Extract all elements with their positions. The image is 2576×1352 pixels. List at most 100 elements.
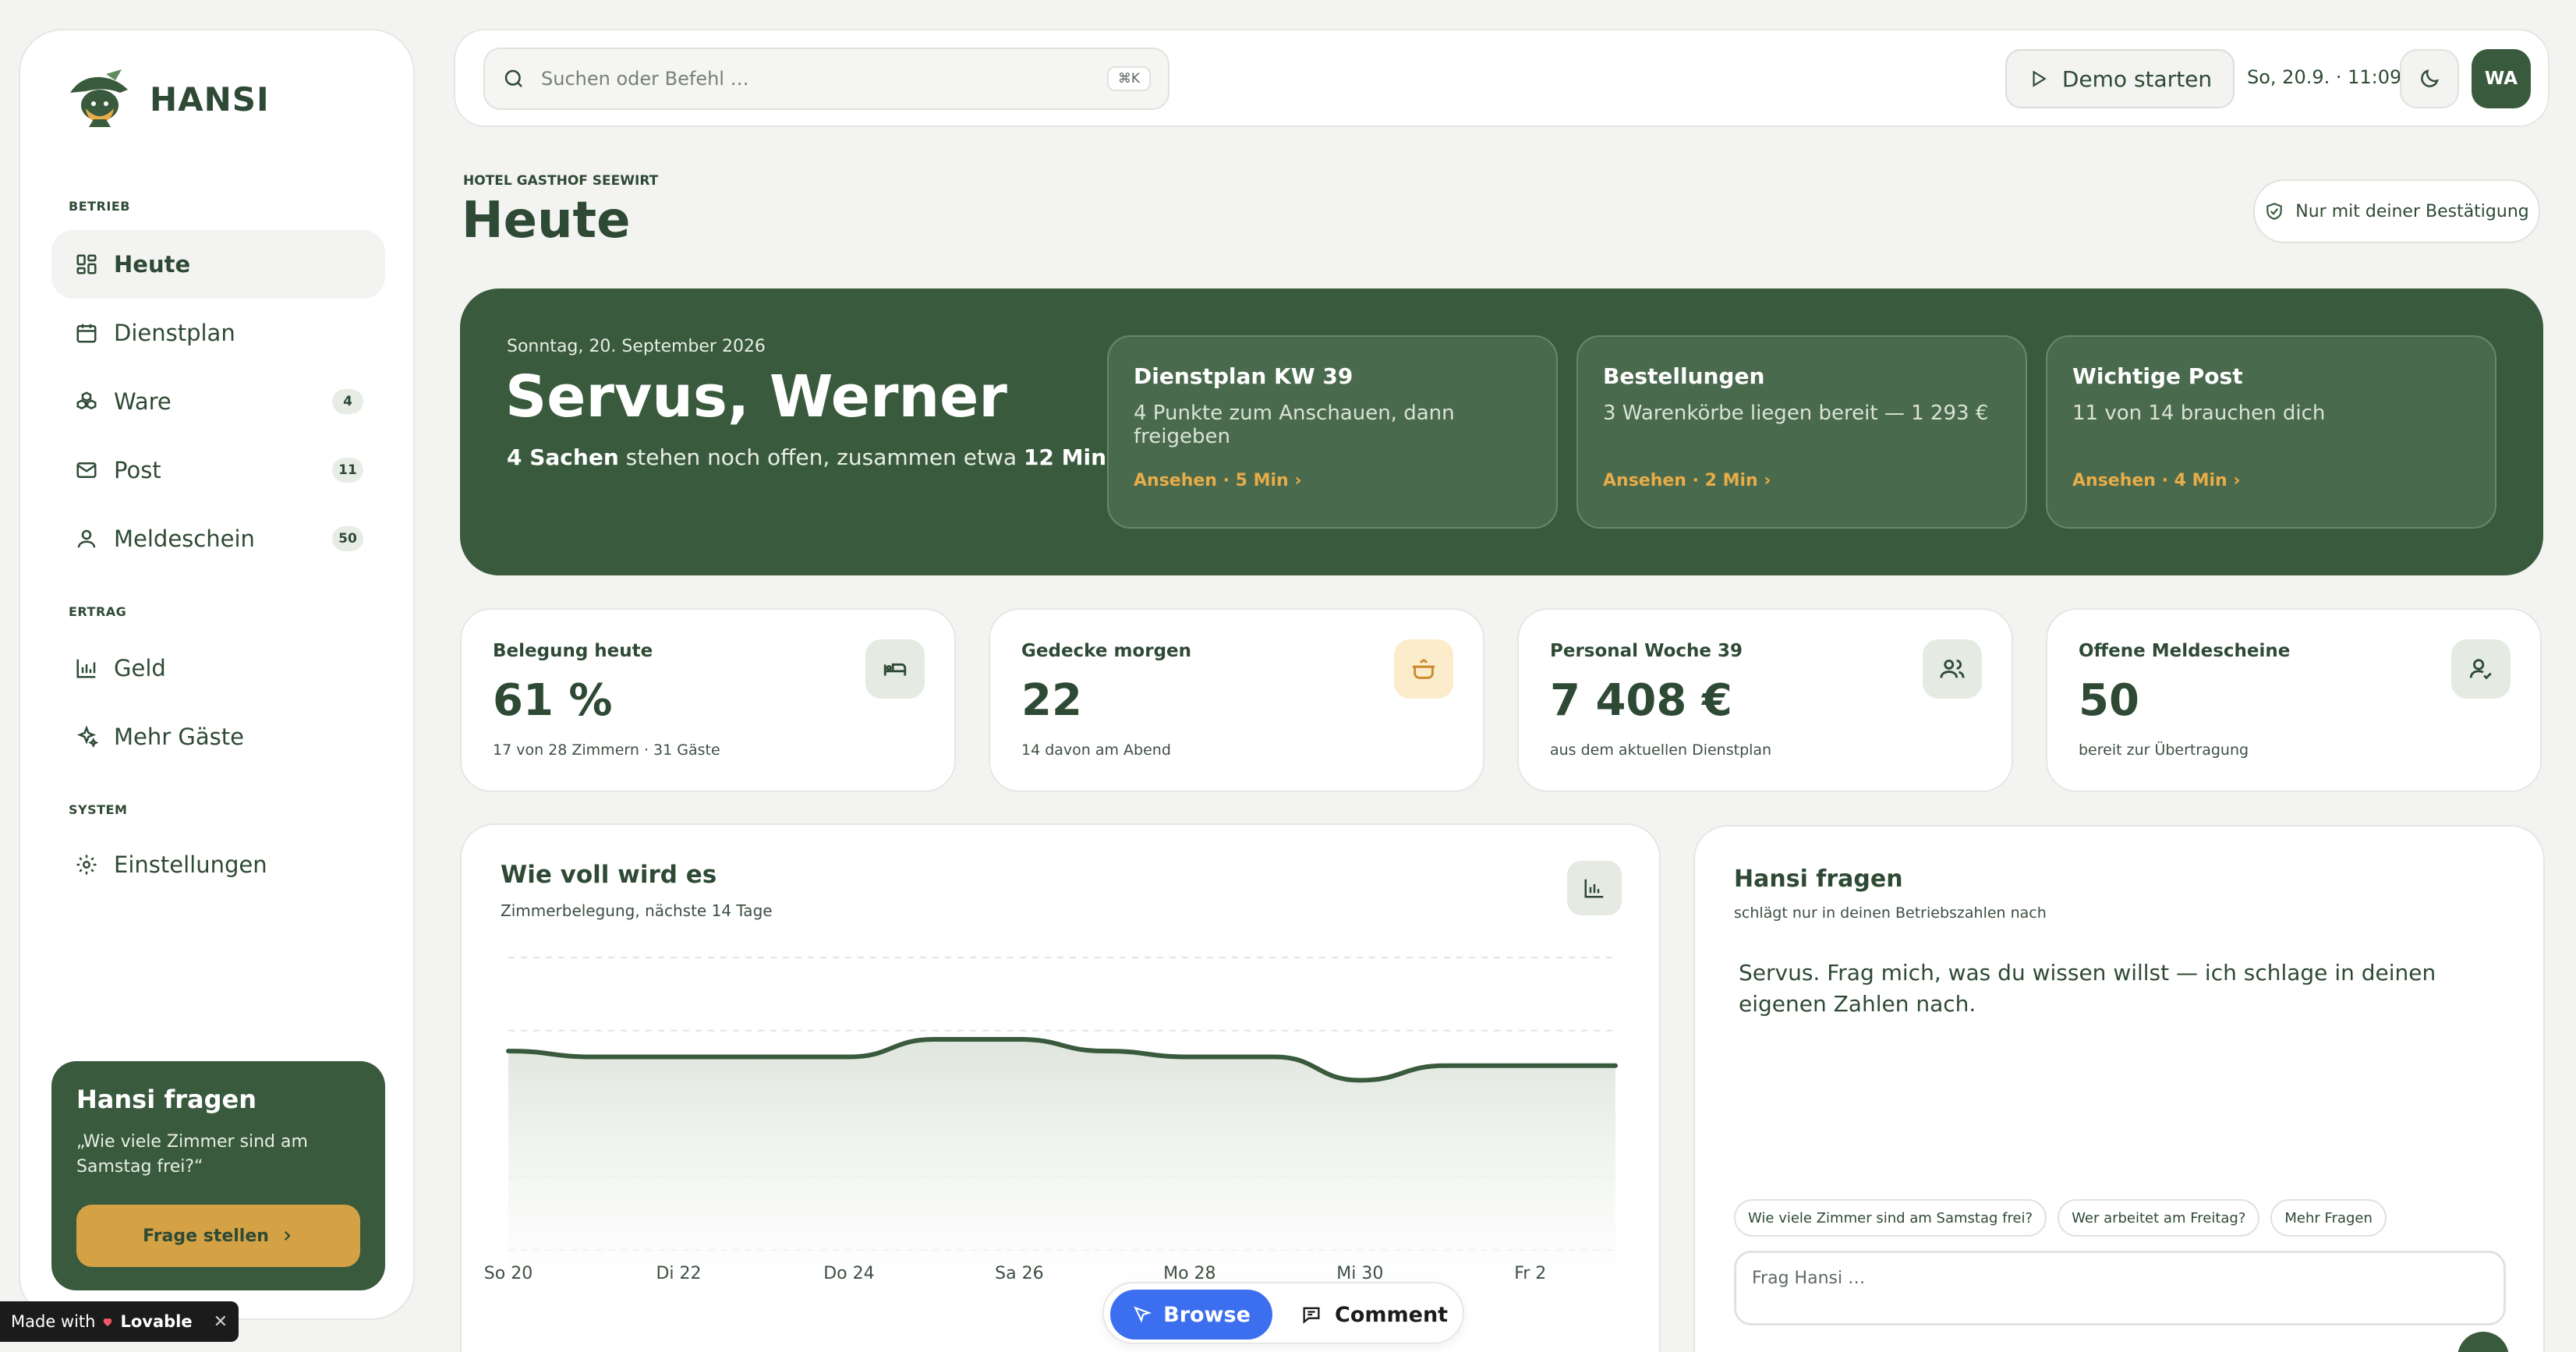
task-tile-bestellungen[interactable]: Bestellungen 3 Warenkörbe liegen bereit … xyxy=(1576,335,2027,529)
browse-label: Browse xyxy=(1163,1302,1251,1327)
x-tick-label: Di 22 xyxy=(656,1264,701,1283)
task-tile-title: Bestellungen xyxy=(1603,363,1765,389)
current-datetime: So, 20.9. · 11:09 xyxy=(2247,66,2402,88)
comment-label: Comment xyxy=(1335,1302,1449,1327)
sidebar-item-einstellungen[interactable]: Einstellungen xyxy=(51,830,385,899)
stat-label: Belegung heute xyxy=(493,641,653,661)
x-tick-label: Fr 2 xyxy=(1514,1264,1546,1283)
dashboard-icon xyxy=(76,254,97,274)
sidebar-item-geld[interactable]: Geld xyxy=(51,634,385,703)
confirmation-text: Nur mit deiner Bestätigung xyxy=(2295,201,2529,221)
count-badge: 50 xyxy=(332,526,363,551)
stat-sub: bereit zur Übertragung xyxy=(2079,741,2249,759)
ask-panel-subtitle: schlägt nur in deinen Betriebszahlen nac… xyxy=(1734,904,2047,922)
more-questions-chip[interactable]: Mehr Fragen xyxy=(2270,1199,2387,1237)
x-tick-label: Mo 28 xyxy=(1163,1264,1215,1283)
task-tile-link-label: Ansehen · 5 Min xyxy=(1134,471,1289,490)
section-label-betrieb: BETRIEB xyxy=(69,199,130,214)
task-tile-dienstplan[interactable]: Dienstplan KW 39 4 Punkte zum Anschauen,… xyxy=(1107,335,1558,529)
brand-name: HANSI xyxy=(150,80,270,119)
sidebar-item-dienstplan[interactable]: Dienstplan xyxy=(51,299,385,367)
chevron-right-icon: › xyxy=(2233,471,2241,490)
top-bar: Suchen oder Befehl … ⌘K Demo starten So,… xyxy=(454,29,2549,127)
brand-logo[interactable]: HANSI xyxy=(65,69,270,129)
task-tile-link[interactable]: Ansehen · 5 Min › xyxy=(1134,471,1301,490)
sidebar-item-label: Dienstplan xyxy=(114,320,235,346)
suggestion-chip[interactable]: Wer arbeitet am Freitag? xyxy=(2058,1199,2260,1237)
summary-text: stehen noch offen, zusammen etwa xyxy=(618,444,1024,470)
comment-button[interactable]: Comment xyxy=(1300,1290,1448,1340)
send-button[interactable] xyxy=(2457,1332,2509,1352)
hero-summary: 4 Sachen stehen noch offen, zusammen etw… xyxy=(507,444,1169,470)
hero-date: Sonntag, 20. September 2026 xyxy=(507,337,766,356)
stat-card-registrations: Offene Meldescheine 50 bereit zur Übertr… xyxy=(2046,608,2542,792)
section-label-system: SYSTEM xyxy=(69,802,128,817)
mode-toolbar: Browse Comment xyxy=(1102,1282,1464,1344)
search-input[interactable]: Suchen oder Befehl … ⌘K xyxy=(483,48,1169,110)
task-tile-title: Wichtige Post xyxy=(2072,363,2243,389)
task-tile-title: Dienstplan KW 39 xyxy=(1134,363,1353,389)
x-tick-label: Mi 30 xyxy=(1336,1264,1383,1283)
task-tile-link[interactable]: Ansehen · 4 Min › xyxy=(2072,471,2240,490)
task-tile-link[interactable]: Ansehen · 2 Min › xyxy=(1603,471,1771,490)
sidebar-item-label: Ware xyxy=(114,388,172,415)
greeting-banner: Sonntag, 20. September 2026 Servus, Wern… xyxy=(460,288,2543,575)
boxes-icon xyxy=(76,391,97,410)
sidebar-item-label: Mehr Gäste xyxy=(114,724,244,750)
suggestion-chips: Wie viele Zimmer sind am Samstag frei? W… xyxy=(1734,1199,2387,1237)
made-with-text: Made with xyxy=(11,1312,96,1331)
occupancy-chart-card: So 20 Di 22 Do 24 Sa 26 Mo 28 Mi 30 Fr 2 Wie v… xyxy=(460,823,1661,1352)
confirmation-badge: Nur mit deiner Bestätigung xyxy=(2253,179,2540,243)
ask-card-question: „Wie viele Zimmer sind am Samstag frei?“ xyxy=(76,1132,308,1177)
cursor-icon xyxy=(1134,1306,1152,1323)
play-icon xyxy=(2033,70,2047,87)
lovable-brand: Lovable xyxy=(120,1312,193,1331)
count-badge: 4 xyxy=(332,389,363,414)
sidebar: HANSI BETRIEB Heute Dienstplan Ware 4 Po… xyxy=(19,29,415,1320)
ask-hansi-panel: Hansi fragen schlägt nur in deinen Betri… xyxy=(1693,825,2545,1352)
count-badge: 11 xyxy=(332,458,363,483)
user-icon xyxy=(77,529,96,548)
hansi-mascot-icon xyxy=(70,69,128,127)
sidebar-item-post[interactable]: Post 11 xyxy=(51,436,385,504)
ask-input[interactable]: Frag Hansi … xyxy=(1734,1251,2506,1325)
avatar[interactable]: WA xyxy=(2472,49,2531,108)
stat-value: 61 % xyxy=(493,675,613,726)
users-icon xyxy=(1923,639,1982,699)
browse-button[interactable]: Browse xyxy=(1110,1290,1272,1340)
stat-card-occupancy: Belegung heute 61 % 17 von 28 Zimmern · … xyxy=(460,608,956,792)
task-tile-link-label: Ansehen · 2 Min xyxy=(1603,471,1758,490)
stat-label: Gedecke morgen xyxy=(1021,641,1192,661)
sidebar-item-heute[interactable]: Heute xyxy=(51,230,385,299)
mail-icon xyxy=(76,462,97,478)
shield-check-icon xyxy=(2266,203,2282,220)
theme-toggle-button[interactable] xyxy=(2400,49,2459,108)
sidebar-item-mehr-gaeste[interactable]: Mehr Gäste xyxy=(51,703,385,771)
sidebar-item-label: Heute xyxy=(114,251,191,278)
chart-type-button[interactable] xyxy=(1567,861,1622,915)
chevron-right-icon: › xyxy=(1764,471,1771,490)
chart-title: Wie voll wird es xyxy=(501,861,717,889)
search-icon xyxy=(504,69,522,87)
made-with-lovable-badge[interactable]: Made with Lovable ✕ xyxy=(0,1301,239,1342)
sidebar-item-label: Meldeschein xyxy=(114,526,255,552)
close-icon[interactable]: ✕ xyxy=(214,1312,228,1332)
hotel-name: HOTEL GASTHOF SEEWIRT xyxy=(463,173,659,189)
task-tile-desc: 11 von 14 brauchen dich xyxy=(2072,402,2326,425)
x-tick-label: Sa 26 xyxy=(995,1264,1043,1283)
bed-icon xyxy=(865,639,925,699)
ask-card-title: Hansi fragen xyxy=(76,1085,257,1114)
ask-question-button-label: Frage stellen xyxy=(143,1226,269,1246)
demo-start-button[interactable]: Demo starten xyxy=(2005,49,2235,108)
cooking-pot-icon xyxy=(1394,639,1453,699)
moon-icon xyxy=(2421,69,2439,87)
suggestion-chip[interactable]: Wie viele Zimmer sind am Samstag frei? xyxy=(1734,1199,2047,1237)
task-tile-post[interactable]: Wichtige Post 11 von 14 brauchen dich An… xyxy=(2046,335,2496,529)
stat-label: Offene Meldescheine xyxy=(2079,641,2291,661)
sidebar-item-meldeschein[interactable]: Meldeschein 50 xyxy=(51,504,385,573)
sidebar-item-ware[interactable]: Ware 4 xyxy=(51,367,385,436)
stat-value: 22 xyxy=(1021,675,1082,726)
ask-question-button[interactable]: Frage stellen xyxy=(76,1205,360,1267)
stat-sub: 17 von 28 Zimmern · 31 Gäste xyxy=(493,741,720,759)
series-area xyxy=(508,1039,1615,1289)
